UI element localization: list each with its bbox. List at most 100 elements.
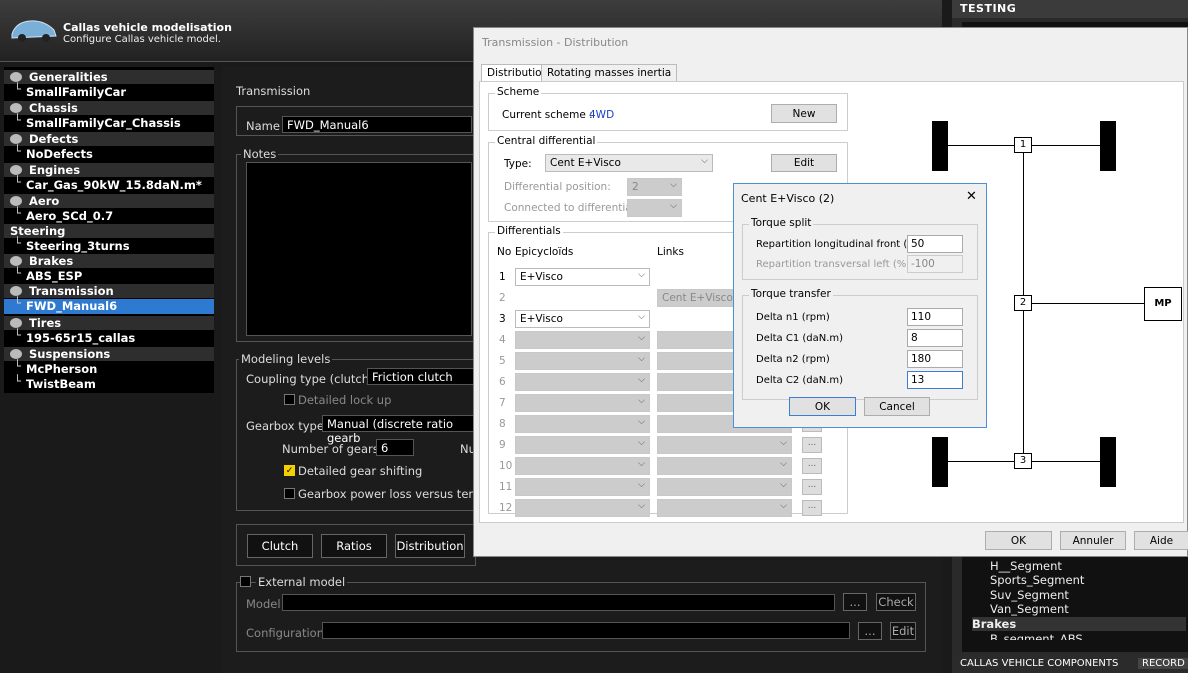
tree-item[interactable]: └ McPherson — [4, 359, 214, 377]
right-tree-item[interactable]: H__Segment — [990, 559, 1062, 573]
tree-item[interactable]: └ FWD_Manual6 — [4, 296, 214, 314]
chevron-down-icon: ⌵ — [670, 201, 677, 211]
testing-header: TESTING — [952, 0, 1188, 18]
central-type-select[interactable]: Cent E+Visco ⌵ — [545, 154, 713, 172]
epicycloid-select[interactable]: ⌵ — [515, 331, 650, 349]
link-browse-button[interactable]: ... — [802, 458, 822, 474]
tree-item[interactable]: └ SmallFamilyCar_Chassis — [4, 113, 214, 131]
tree-category[interactable]: Steering — [4, 224, 214, 238]
tree-category[interactable]: Engines — [4, 163, 214, 177]
tree-item[interactable]: └ SmallFamilyCar — [4, 82, 214, 100]
link-select[interactable]: ⌵ — [657, 436, 792, 454]
name-input[interactable]: FWD_Manual6 — [282, 116, 472, 133]
tree-category[interactable]: Suspensions — [4, 347, 214, 361]
epicycloid-select[interactable]: ⌵ — [515, 352, 650, 370]
chevron-down-icon: ⌵ — [780, 480, 787, 490]
link-browse-button[interactable]: ... — [802, 479, 822, 495]
tree-category[interactable]: Transmission — [4, 284, 214, 298]
diff-position-select[interactable]: 2 ⌵ — [627, 178, 682, 196]
detailed-lockup-checkbox[interactable] — [284, 394, 295, 405]
link-select[interactable]: ⌵ — [657, 499, 792, 517]
model-input[interactable] — [282, 594, 835, 611]
new-scheme-button[interactable]: New — [771, 104, 837, 123]
close-icon[interactable]: ✕ — [966, 189, 977, 204]
tab-callas-components[interactable]: CALLAS VEHICLE COMPONENTS — [960, 658, 1118, 669]
right-tree-section[interactable]: Brakes — [972, 617, 1186, 631]
diff-node-1[interactable]: 1 — [1014, 137, 1032, 153]
epicycloid-select[interactable]: ⌵ — [515, 394, 650, 412]
config-browse-button[interactable]: ... — [858, 622, 882, 640]
edit-central-button[interactable]: Edit — [771, 154, 837, 172]
tab-record[interactable]: RECORD — [1138, 658, 1188, 669]
tree-label: Chassis — [29, 101, 78, 115]
epicycloid-select[interactable]: ⌵ — [515, 436, 650, 454]
tree-item[interactable]: └ Steering_3turns — [4, 236, 214, 254]
coupling-select[interactable]: Friction clutch — [367, 368, 477, 385]
rep-trans-input[interactable]: -100 — [907, 255, 963, 273]
tree-item[interactable]: └ TwistBeam — [4, 374, 214, 392]
tree-category[interactable]: Generalities — [4, 70, 214, 84]
tree-category[interactable]: Aero — [4, 194, 214, 208]
tree-category[interactable]: Defects — [4, 132, 214, 146]
tree-item[interactable]: └ 195-65r15_callas — [4, 328, 214, 346]
clutch-button[interactable]: Clutch — [247, 534, 313, 558]
delta-n1-input[interactable]: 110 — [907, 308, 963, 326]
gearbox-loss-label: Gearbox power loss versus tempe — [298, 487, 494, 501]
ok-button[interactable]: OK — [985, 531, 1052, 550]
delta-c2-input[interactable]: 13 — [907, 371, 963, 389]
epicycloid-select[interactable]: ⌵ — [515, 478, 650, 496]
notes-textarea[interactable] — [246, 162, 472, 336]
right-tree-item[interactable]: Suv_Segment — [990, 588, 1069, 602]
model-browse-button[interactable]: ... — [843, 593, 867, 611]
link-select[interactable]: ⌵ — [657, 457, 792, 475]
diff-node-3[interactable]: 3 — [1014, 453, 1032, 469]
tree-item[interactable]: └ Car_Gas_90kW_15.8daN.m* — [4, 175, 214, 193]
gearbox-select[interactable]: Manual (discrete ratio gearb — [322, 415, 477, 445]
delta-n2-input[interactable]: 180 — [907, 350, 963, 368]
detailed-gear-checkbox[interactable]: ✓ — [284, 465, 295, 476]
category-icon — [10, 196, 22, 206]
right-tree-item[interactable]: Sports_Segment — [990, 573, 1084, 587]
tree-item[interactable]: └ NoDefects — [4, 144, 214, 162]
epicycloid-select[interactable]: E+Visco ⌵ — [515, 268, 650, 286]
num-gears-spinner[interactable]: 6 — [376, 439, 414, 456]
configuration-input[interactable] — [322, 622, 850, 639]
sub-cancel-button[interactable]: Cancel — [864, 397, 930, 416]
tree-category[interactable]: Brakes — [4, 254, 214, 268]
coupling-label: Coupling type (clutch) — [246, 372, 374, 386]
distribution-button[interactable]: Distribution — [395, 534, 465, 558]
ratios-button[interactable]: Ratios — [321, 534, 387, 558]
external-model-checkbox[interactable] — [240, 576, 251, 587]
connected-select[interactable]: ⌵ — [627, 199, 682, 217]
aide-button[interactable]: Aide — [1134, 531, 1188, 550]
type-label: Type: — [504, 158, 532, 170]
link-select[interactable]: ⌵ — [657, 478, 792, 496]
tree-item[interactable]: └ Aero_SCd_0.7 — [4, 206, 214, 224]
epicycloid-select[interactable]: ⌵ — [515, 457, 650, 475]
epicycloid-select[interactable]: ⌵ — [515, 415, 650, 433]
epicycloid-select[interactable]: E+Visco ⌵ — [515, 310, 650, 328]
gearbox-loss-checkbox[interactable] — [284, 488, 295, 499]
tree-item[interactable]: └ ABS_ESP — [4, 266, 214, 284]
tab-rotating-masses[interactable]: Rotating masses inertia — [541, 64, 678, 82]
sub-ok-button[interactable]: OK — [789, 397, 856, 416]
diff-node-2[interactable]: 2 — [1014, 295, 1032, 311]
diff-row-number: 6 — [499, 376, 506, 388]
link-browse-button[interactable]: ... — [802, 437, 822, 453]
edit-config-button[interactable]: Edit — [890, 622, 916, 640]
right-tree-item[interactable]: Van_Segment — [990, 602, 1069, 616]
annuler-button[interactable]: Annuler — [1060, 531, 1126, 550]
right-tree-item[interactable]: B_segment_ABS — [990, 632, 1083, 640]
delta-c1-input[interactable]: 8 — [907, 329, 963, 347]
tree-category[interactable]: Chassis — [4, 101, 214, 115]
check-button[interactable]: Check — [876, 593, 916, 611]
tree-branch-icon: └ — [14, 359, 21, 373]
diff-row-number: 2 — [499, 292, 506, 304]
epicycloid-select[interactable]: ⌵ — [515, 499, 650, 517]
diff-row-number: 4 — [499, 334, 506, 346]
power-source-node[interactable]: MP — [1144, 287, 1182, 321]
rep-long-input[interactable]: 50 — [907, 235, 963, 253]
tree-category[interactable]: Tires — [4, 316, 214, 330]
link-browse-button[interactable]: ... — [802, 500, 822, 516]
epicycloid-select[interactable]: ⌵ — [515, 373, 650, 391]
